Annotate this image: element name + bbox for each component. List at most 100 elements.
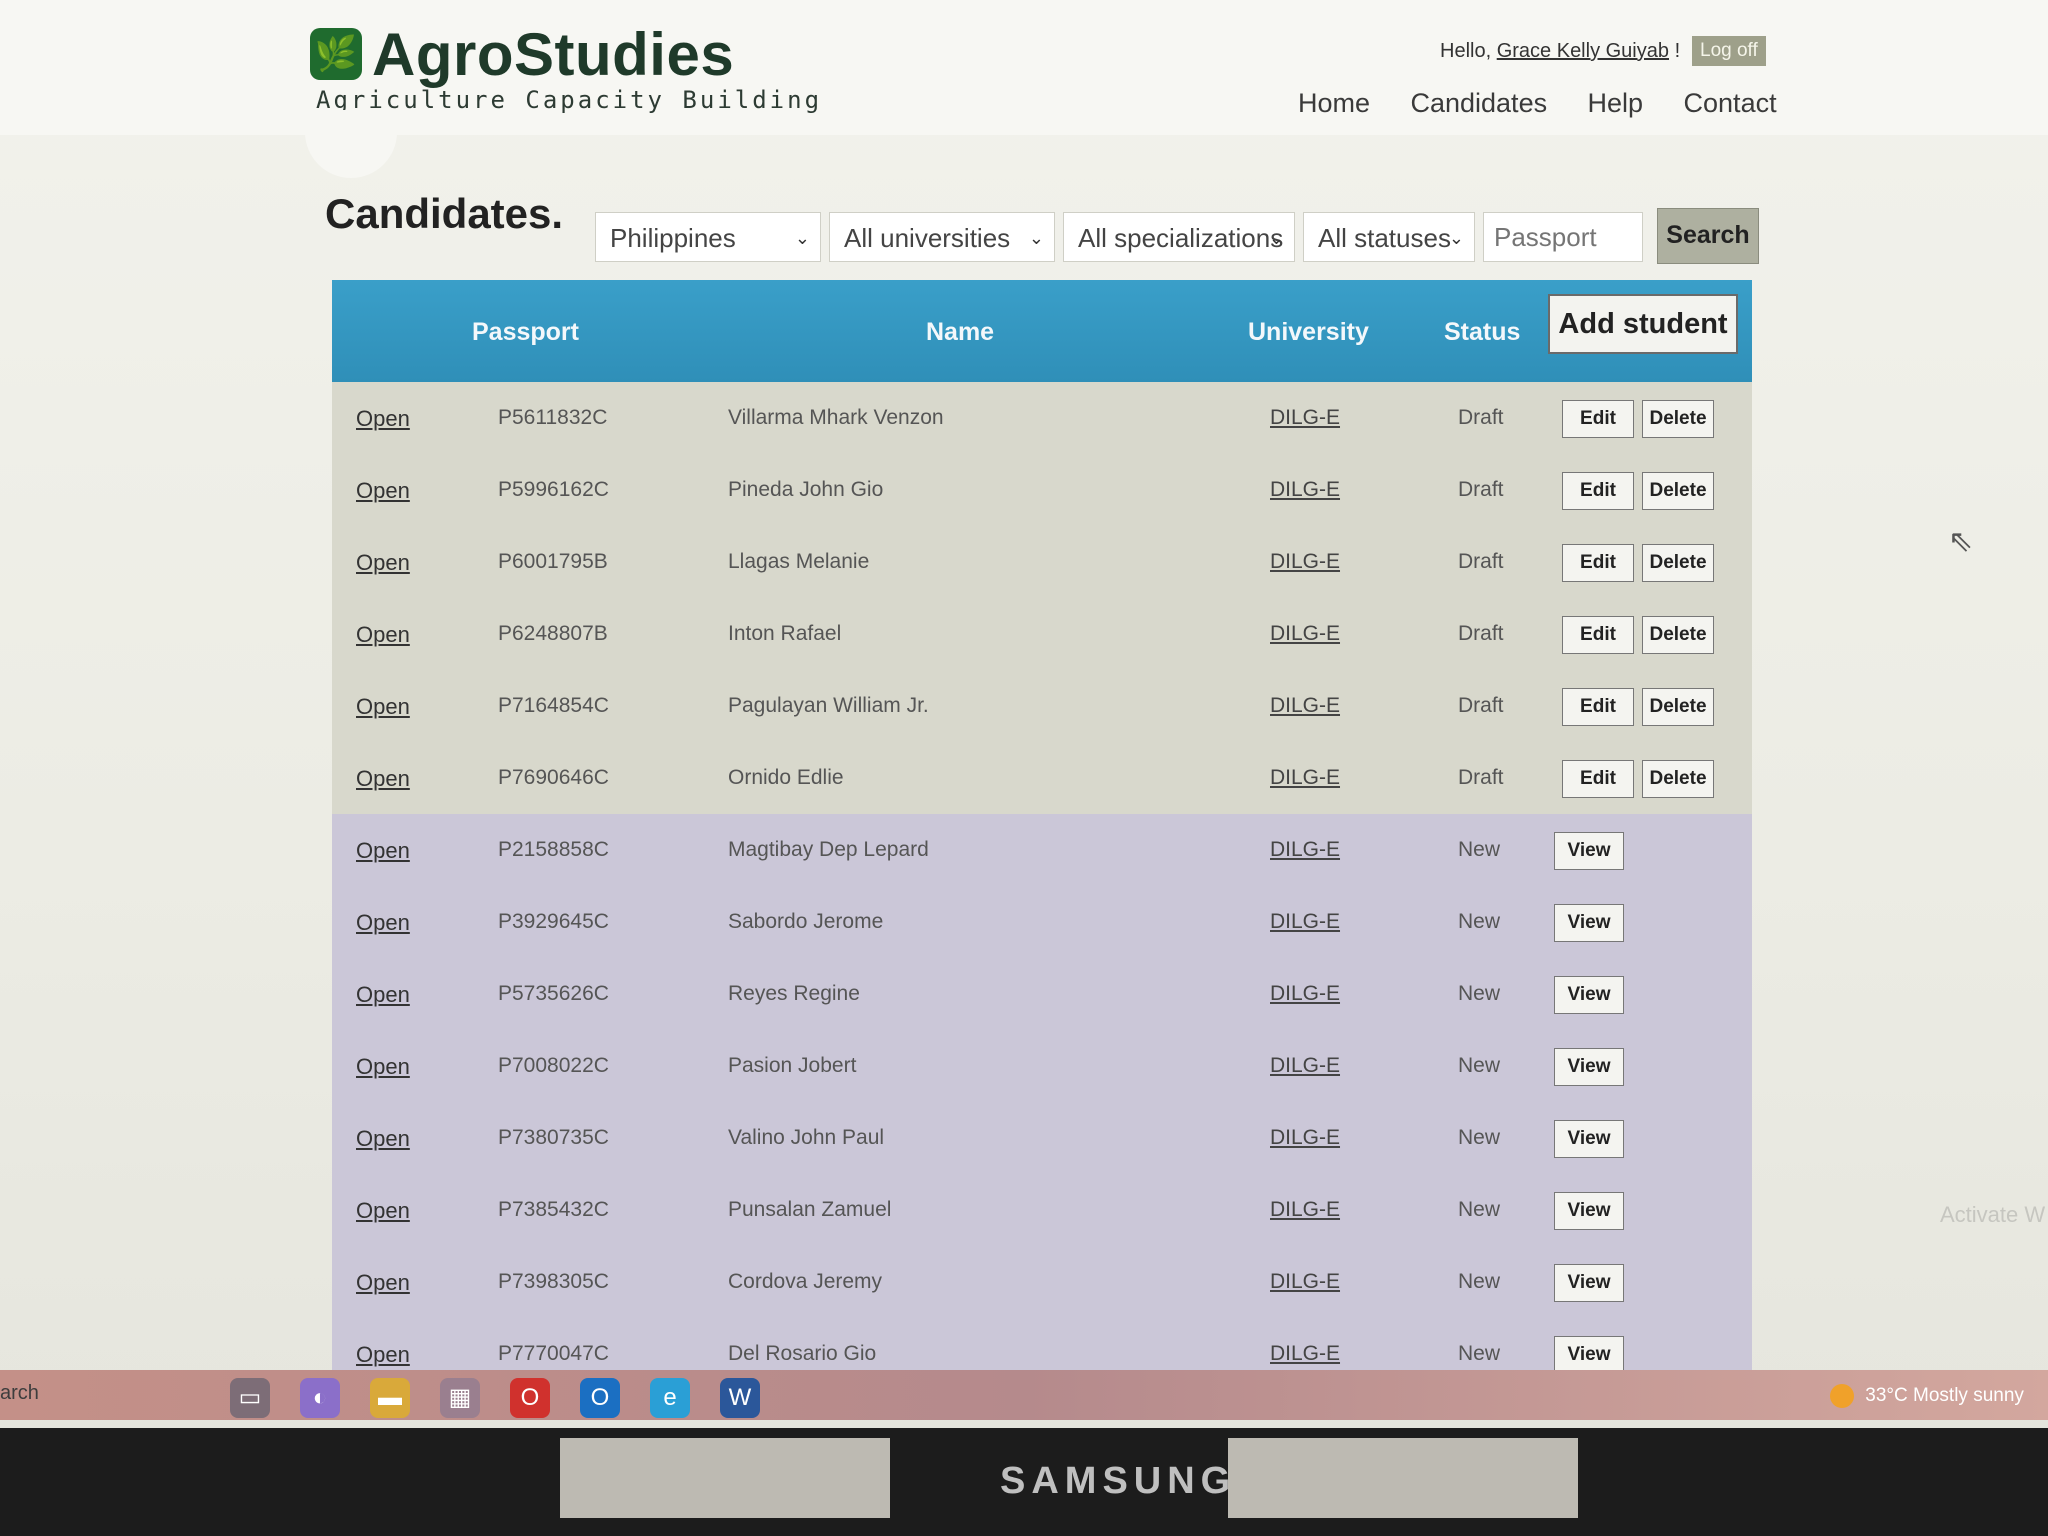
add-student-button[interactable]: Add student [1548, 294, 1738, 354]
page-title: Candidates. [325, 190, 564, 237]
status-cell: Draft [1458, 766, 1504, 789]
university-link[interactable]: DILG-E [1270, 1054, 1340, 1078]
search-button[interactable]: Search [1657, 208, 1759, 264]
view-button[interactable]: View [1554, 1048, 1624, 1086]
university-link[interactable]: DILG-E [1270, 1270, 1340, 1294]
name-cell: Valino John Paul [728, 1126, 885, 1149]
university-link[interactable]: DILG-E [1270, 1126, 1340, 1150]
university-link[interactable]: DILG-E [1270, 766, 1340, 790]
university-link[interactable]: DILG-E [1270, 622, 1340, 646]
monitor-brand-logo: SAMSUNG [1000, 1460, 1237, 1502]
open-link[interactable]: Open [356, 838, 410, 864]
edit-button[interactable]: Edit [1562, 616, 1634, 654]
passport-cell: P5611832C [498, 406, 608, 429]
user-name-link[interactable]: Grace Kelly Guiyab [1497, 40, 1669, 62]
open-link[interactable]: Open [356, 1054, 410, 1080]
edit-button[interactable]: Edit [1562, 760, 1634, 798]
table-row: Open P2158858C Magtibay Dep Lepard DILG-E Ne… [332, 814, 1752, 886]
delete-button[interactable]: Delete [1642, 760, 1714, 798]
task-view-icon[interactable]: ▭ [230, 1378, 270, 1418]
opera-icon[interactable]: O [510, 1378, 550, 1418]
delete-button[interactable]: Delete [1642, 616, 1714, 654]
specialization-select[interactable]: All specializations ⌄ [1063, 212, 1295, 262]
delete-button[interactable]: Delete [1642, 472, 1714, 510]
view-button[interactable]: View [1554, 832, 1624, 870]
country-select[interactable]: Philippines ⌄ [595, 212, 821, 262]
view-button[interactable]: View [1554, 1264, 1624, 1302]
nav-home[interactable]: Home [1298, 88, 1370, 118]
open-link[interactable]: Open [356, 1126, 410, 1152]
view-button[interactable]: View [1554, 904, 1624, 942]
logoff-button[interactable]: Log off [1692, 36, 1766, 66]
open-link[interactable]: Open [356, 766, 410, 792]
university-link[interactable]: DILG-E [1270, 982, 1340, 1006]
column-header-passport[interactable]: Passport [472, 318, 579, 347]
status-cell: New [1458, 982, 1501, 1005]
view-button[interactable]: View [1554, 1120, 1624, 1158]
passport-cell: P7690646C [498, 766, 609, 789]
passport-cell: P7008022C [498, 1054, 609, 1077]
university-link[interactable]: DILG-E [1270, 694, 1340, 718]
passport-cell: P7164854C [498, 694, 609, 717]
view-button[interactable]: View [1554, 1192, 1624, 1230]
open-link[interactable]: Open [356, 1342, 410, 1368]
view-button[interactable]: View [1554, 1336, 1624, 1374]
university-link[interactable]: DILG-E [1270, 838, 1340, 862]
word-icon[interactable]: W [720, 1378, 760, 1418]
logo-title: AgroStudies [372, 21, 735, 88]
open-link[interactable]: Open [356, 406, 410, 432]
delete-button[interactable]: Delete [1642, 688, 1714, 726]
university-link[interactable]: DILG-E [1270, 478, 1340, 502]
mouse-cursor-icon: ⇖ [1948, 525, 1974, 558]
taskbar-search[interactable]: arch [0, 1382, 39, 1405]
university-link[interactable]: DILG-E [1270, 406, 1340, 430]
table-header: Passport Name University Status Add stud… [332, 280, 1752, 382]
open-link[interactable]: Open [356, 1270, 410, 1296]
nav-contact[interactable]: Contact [1684, 88, 1777, 118]
university-link[interactable]: DILG-E [1270, 1342, 1340, 1366]
column-header-name[interactable]: Name [926, 318, 994, 347]
table-row: Open P3929645C Sabordo Jerome DILG-E New View [332, 886, 1752, 958]
delete-button[interactable]: Delete [1642, 544, 1714, 582]
status-cell: New [1458, 1270, 1501, 1293]
open-link[interactable]: Open [356, 1198, 410, 1224]
edit-button[interactable]: Edit [1562, 472, 1634, 510]
name-cell: Pasion Jobert [728, 1054, 857, 1077]
edit-button[interactable]: Edit [1562, 544, 1634, 582]
candidates-table: Passport Name University Status Add stud… [332, 280, 1752, 1390]
copilot-icon[interactable]: ◐ [300, 1378, 340, 1418]
university-link[interactable]: DILG-E [1270, 550, 1340, 574]
status-select-value: All statuses [1318, 223, 1451, 253]
nav-help[interactable]: Help [1588, 88, 1644, 118]
university-select[interactable]: All universities ⌄ [829, 212, 1055, 262]
university-link[interactable]: DILG-E [1270, 1198, 1340, 1222]
open-link[interactable]: Open [356, 982, 410, 1008]
open-link[interactable]: Open [356, 694, 410, 720]
open-link[interactable]: Open [356, 550, 410, 576]
view-button[interactable]: View [1554, 976, 1624, 1014]
delete-button[interactable]: Delete [1642, 400, 1714, 438]
open-link[interactable]: Open [356, 622, 410, 648]
weather-widget[interactable]: 33°C Mostly sunny [1830, 1384, 2024, 1408]
column-header-status[interactable]: Status [1444, 318, 1520, 347]
open-link[interactable]: Open [356, 478, 410, 504]
greeting-suffix: ! [1674, 40, 1681, 62]
bezel-sticker [1228, 1438, 1578, 1518]
store-icon[interactable]: ▦ [440, 1378, 480, 1418]
chevron-down-icon: ⌄ [1448, 228, 1464, 248]
outlook-icon[interactable]: O [580, 1378, 620, 1418]
passport-search-input[interactable] [1483, 212, 1643, 262]
edit-button[interactable]: Edit [1562, 688, 1634, 726]
status-select[interactable]: All statuses ⌄ [1303, 212, 1475, 262]
university-link[interactable]: DILG-E [1270, 910, 1340, 934]
file-explorer-icon[interactable]: ▬ [370, 1378, 410, 1418]
main-nav: Home Candidates Help Contact [1298, 88, 1813, 119]
edit-button[interactable]: Edit [1562, 400, 1634, 438]
edge-icon[interactable]: e [650, 1378, 690, 1418]
status-cell: New [1458, 910, 1501, 933]
table-row: Open P5611832C Villarma Mhark Venzon DILG-E… [332, 382, 1752, 454]
status-cell: New [1458, 1342, 1501, 1365]
nav-candidates[interactable]: Candidates [1410, 88, 1547, 118]
column-header-university[interactable]: University [1248, 318, 1369, 347]
open-link[interactable]: Open [356, 910, 410, 936]
